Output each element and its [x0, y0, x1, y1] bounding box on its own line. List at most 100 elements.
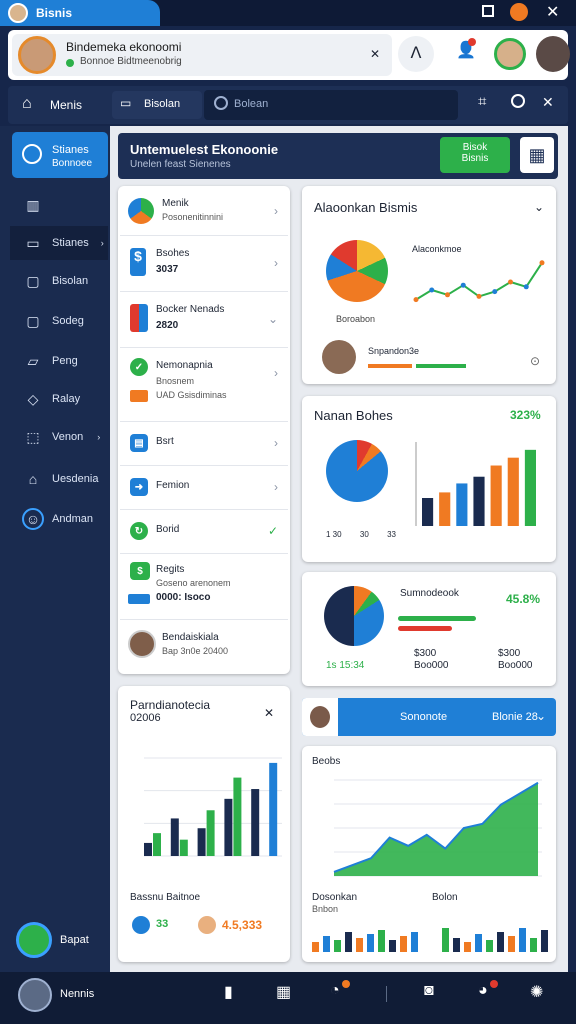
settings-icon[interactable]: ⊙ — [530, 354, 540, 368]
data-point — [429, 287, 435, 293]
mini-bar — [453, 938, 460, 952]
grid-icon[interactable]: ▦ — [276, 982, 291, 1002]
box-icon: ⬚ — [26, 428, 40, 445]
calc-button[interactable]: ▦ — [520, 137, 554, 173]
bar — [269, 762, 278, 856]
bottom-avatar — [16, 922, 52, 958]
data-point — [523, 284, 529, 290]
summary-pie — [324, 586, 384, 646]
list-item[interactable]: Bocker Nenads 2820 ⌄ — [120, 292, 288, 348]
mini-bar — [334, 940, 341, 952]
chat-icon[interactable]: ◕ — [478, 982, 488, 1000]
list-item[interactable]: ➜ Femion › — [120, 466, 288, 510]
sidebar-item-sodeg[interactable]: ▢ Sodeg — [10, 304, 108, 338]
summary-a: 1s 15:34 — [326, 660, 365, 671]
chevron-right-icon: › — [274, 366, 278, 380]
expand-icon[interactable]: ✕ — [264, 706, 274, 720]
doc-icon: ▢ — [26, 272, 40, 289]
blue-action-bar[interactable]: Sononote Blonie 28 ⌄ — [302, 698, 556, 736]
bar — [490, 465, 502, 526]
profile-status: Bonnoe Bidtmeenobrig — [80, 56, 182, 67]
chevron-right-icon: › — [274, 204, 278, 218]
contact-avatar-2[interactable] — [536, 36, 570, 72]
close-icon[interactable]: ✕ — [542, 94, 554, 111]
list-item[interactable]: Menik Posonenitinnini › — [120, 188, 288, 236]
bell-icon[interactable]: ◔ — [330, 982, 340, 1000]
list-sub: Bnosnem — [156, 376, 195, 386]
stats-pie — [326, 440, 388, 502]
sidebar-item-andman[interactable]: ☺ Andman — [10, 502, 108, 536]
list-item[interactable]: $ Regits Goseno arenonem 0000: Isoco — [120, 554, 288, 620]
stats-value: 323% — [510, 408, 541, 422]
alert-badge-icon — [468, 38, 476, 46]
summary-d: $300 — [498, 648, 521, 659]
list-item[interactable]: ▤ Bsrt › — [120, 422, 288, 466]
grid-icon[interactable]: ⌗ — [478, 93, 486, 110]
tab-active[interactable]: ▭ Bisolan — [112, 91, 202, 119]
area-chart — [333, 779, 542, 877]
search-box[interactable]: Bolean — [204, 90, 458, 120]
maximize-icon[interactable] — [482, 5, 494, 17]
mini-bar — [389, 940, 396, 952]
stats-pie-axis: 1 30 30 33 — [326, 530, 396, 539]
performance-card: Parndianotecia 02006 ✕ Bassnu Baitnoe 33… — [118, 686, 290, 962]
profile-card[interactable]: Bindemeka ekonoomi Bonnoe Bidtmeenobrig … — [12, 34, 392, 76]
search-input: Bolean — [234, 98, 269, 110]
folder-icon: ▢ — [26, 312, 40, 329]
sidebar-item-peng[interactable]: ▱ Peng — [10, 344, 108, 378]
analysis-title: Alaoonkan Bismis — [314, 200, 418, 215]
mini-bar — [497, 932, 504, 952]
contact-avatar-1[interactable] — [494, 38, 526, 70]
close-profile-icon[interactable]: ✕ — [370, 47, 380, 61]
sidebar-bottom-user[interactable]: Bapat — [14, 922, 106, 960]
profile-name: Bindemeka ekonoomi — [66, 40, 182, 54]
list-title: Bsohes — [156, 248, 190, 259]
list-item[interactable]: ↻ Borid ✓ — [120, 510, 288, 554]
mini-bar — [378, 930, 385, 952]
list-item[interactable]: ✓ Nemonapnia Bnosnem UAD Gsisdiminas › — [120, 348, 288, 422]
title-bar: Bisnis ✕ — [0, 0, 576, 26]
list-sub: Goseno arenonem — [156, 578, 231, 588]
list-sub2: UAD Gsisdiminas — [156, 390, 227, 400]
bar — [473, 476, 485, 526]
sidebar-item-bisolan[interactable]: ▢ Bisolan — [10, 264, 108, 298]
banner-button[interactable]: Bisok Bisnis — [440, 137, 510, 173]
divider — [386, 986, 387, 1002]
sidebar-top-item[interactable]: Stianes Bonnoee — [12, 132, 108, 178]
toolbar-home-label[interactable]: Menis — [50, 98, 82, 112]
sidebar-item-venon[interactable]: ⬚ Venon › — [10, 420, 108, 454]
banner-btn-label1: Bisok — [462, 142, 488, 153]
doc-icon[interactable]: ▮ — [224, 982, 233, 1002]
sign-icon[interactable]: ᐱ — [398, 36, 434, 72]
cash-icon: $ — [130, 562, 150, 580]
chevron-down-icon[interactable]: ⌄ — [534, 200, 544, 214]
home-icon[interactable]: ⌂ — [22, 95, 32, 113]
title-tab[interactable]: Bisnis — [0, 0, 160, 26]
sidebar-item-uesdenia[interactable]: ⌂ Uesdenia — [10, 462, 108, 496]
perf-bar-chart — [144, 757, 282, 857]
data-point — [476, 293, 482, 299]
area-bottom-right: Bolon — [432, 892, 458, 903]
summary-c: Boo000 — [414, 660, 449, 671]
list-item[interactable]: Bendaiskiala Bap 3n0e 20400 — [120, 620, 288, 672]
mini-bar — [411, 932, 418, 952]
close-window-icon[interactable]: ✕ — [546, 2, 559, 22]
bar — [422, 498, 434, 526]
analysis-line-chart — [413, 260, 545, 303]
data-point — [492, 289, 498, 295]
chat-badge-icon — [490, 980, 498, 988]
mini-bar — [356, 938, 363, 952]
sidebar-item-ralay[interactable]: ◇ Ralay — [10, 382, 108, 416]
notification-icon[interactable] — [510, 3, 528, 21]
monitor-icon: ▭ — [120, 96, 132, 110]
lock-icon[interactable]: ◙ — [424, 982, 434, 1000]
gear-icon[interactable]: ✺ — [530, 982, 543, 1002]
sidebar-icon-building[interactable]: ▥ — [10, 188, 108, 222]
sidebar-item-stianes[interactable]: ▭ Stianes › — [10, 226, 108, 260]
perf-v1: 33 — [156, 918, 169, 930]
chevron-down-icon: › — [97, 432, 101, 442]
footer-avatar[interactable] — [18, 978, 52, 1012]
search-icon-2[interactable] — [511, 94, 525, 108]
chevron-right-icon: › — [274, 480, 278, 494]
list-item[interactable]: $ Bsohes 3037 › — [120, 236, 288, 292]
